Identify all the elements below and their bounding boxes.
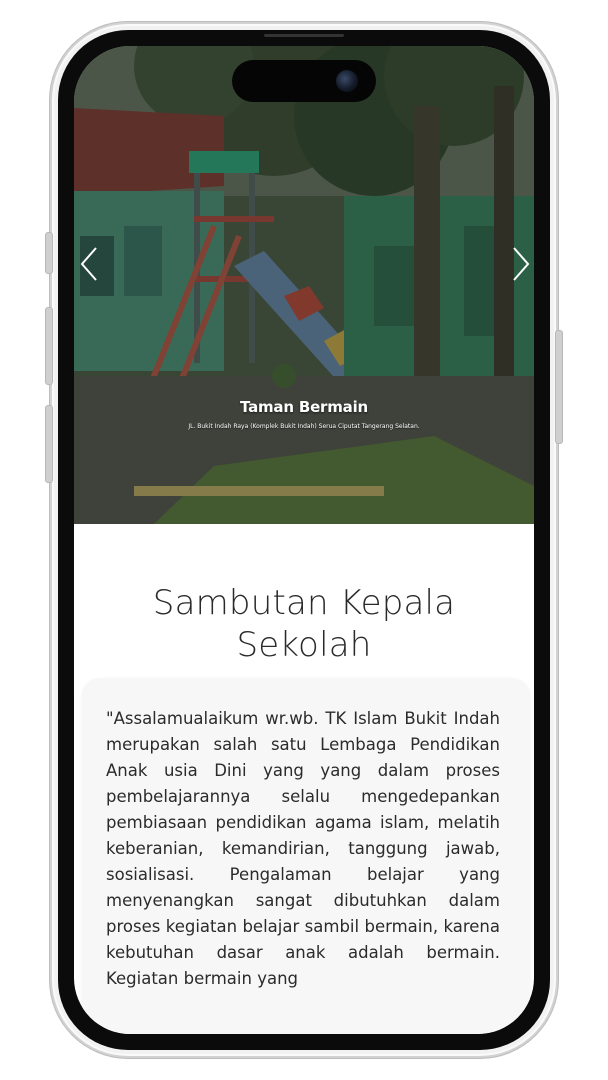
principal-message: "Assalamualaikum wr.wb. TK Islam Bukit I… (106, 709, 500, 988)
section-title: Sambutan Kepala Sekolah (152, 583, 456, 665)
hero-slider[interactable]: Taman Bermain JL. Bukit Indah Raya (Komp… (74, 46, 534, 524)
slider-prev-button[interactable] (78, 244, 102, 284)
earpiece-speaker (264, 34, 344, 37)
chevron-left-icon (80, 247, 97, 281)
volume-up-button (45, 307, 53, 385)
hero-address: JL. Bukit Indah Raya (Komplek Bukit Inda… (188, 423, 420, 430)
camera-icon (336, 70, 358, 92)
dynamic-island (232, 60, 376, 102)
stage: Taman Bermain JL. Bukit Indah Raya (Komp… (0, 0, 608, 1080)
action-button (45, 232, 53, 274)
power-button (555, 330, 563, 444)
hero-overlay (74, 46, 534, 524)
chevron-right-icon (513, 247, 530, 281)
slider-next-button[interactable] (508, 244, 532, 284)
hero-caption: Taman Bermain JL. Bukit Indah Raya (Komp… (94, 398, 514, 431)
volume-down-button (45, 405, 53, 483)
hero-title: Taman Bermain (239, 398, 369, 416)
phone-screen: Taman Bermain JL. Bukit Indah Raya (Komp… (74, 46, 534, 1034)
